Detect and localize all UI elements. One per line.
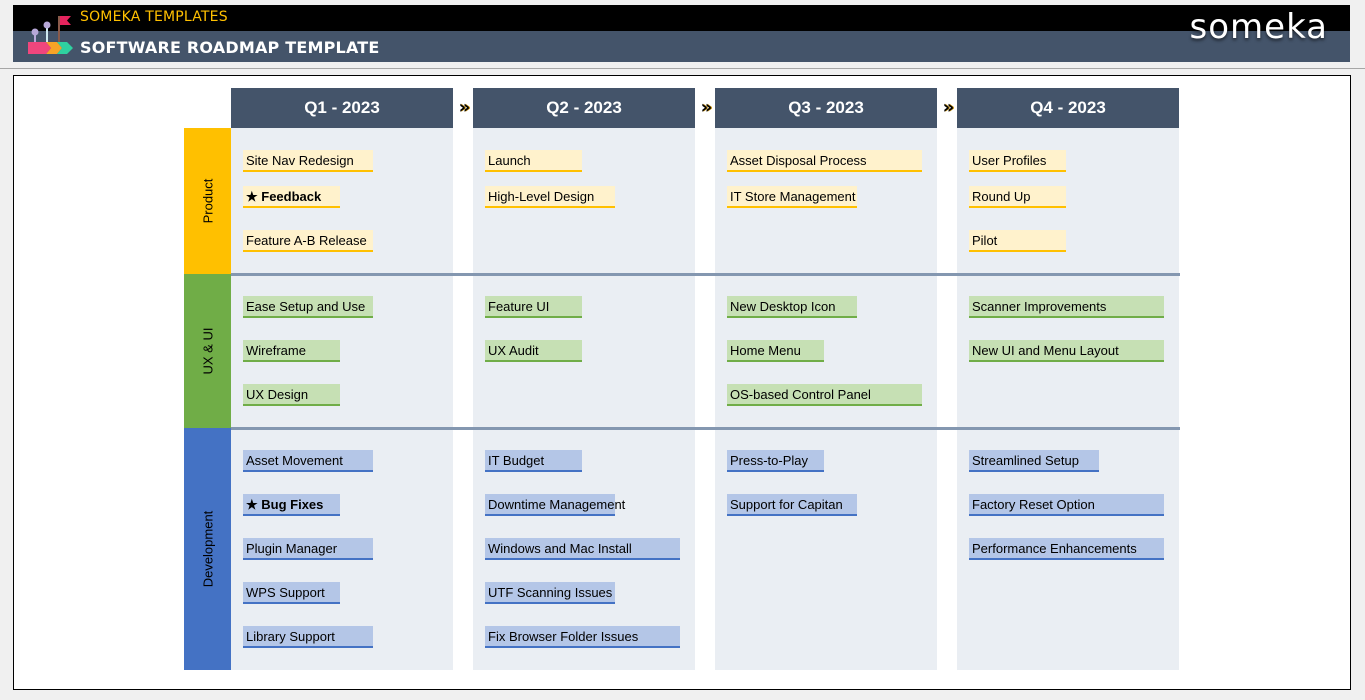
roadmap-item[interactable]: Asset Disposal Process [727, 150, 922, 172]
roadmap-item[interactable]: Launch [485, 150, 582, 172]
quarter-header-1[interactable]: Q1 - 2023 [231, 88, 453, 128]
roadmap-item[interactable]: UX Design [243, 384, 340, 406]
roadmap-item[interactable]: Feature UI [485, 296, 582, 318]
quarter-header-3[interactable]: Q3 - 2023 [715, 88, 937, 128]
roadmap-item[interactable]: Factory Reset Option [969, 494, 1164, 516]
roadmap-item[interactable]: Round Up [969, 186, 1066, 208]
roadmap-item[interactable]: OS-based Control Panel [727, 384, 922, 406]
category-product: Product [184, 128, 231, 274]
roadmap-item[interactable]: Ease Setup and Use [243, 296, 373, 318]
quarter-header-4[interactable]: Q4 - 2023 [957, 88, 1179, 128]
chevron-right-icon: » [458, 97, 471, 118]
roadmap-item[interactable]: Wireframe [243, 340, 340, 362]
category-separator [231, 273, 1180, 276]
brand-name: SOMEKA TEMPLATES [80, 9, 228, 25]
roadmap-item[interactable]: Site Nav Redesign [243, 150, 373, 172]
roadmap-item[interactable]: Home Menu [727, 340, 824, 362]
roadmap-item[interactable]: Support for Capitan [727, 494, 857, 516]
roadmap-item[interactable]: Downtime Management [485, 494, 625, 516]
category-separator [231, 427, 1180, 430]
category-label: UX & UI [200, 327, 215, 375]
category-ux: UX & UI [184, 274, 231, 428]
page-title: SOFTWARE ROADMAP TEMPLATE [80, 38, 380, 57]
roadmap-item[interactable]: New Desktop Icon [727, 296, 857, 318]
roadmap-flag-icon [28, 16, 73, 54]
roadmap-item[interactable]: New UI and Menu Layout [969, 340, 1164, 362]
roadmap-item[interactable]: Performance Enhancements [969, 538, 1164, 560]
chevron-right-icon: » [942, 97, 955, 118]
roadmap-item[interactable]: UX Audit [485, 340, 582, 362]
roadmap-item[interactable]: Pilot [969, 230, 1066, 252]
chevron-right-icon: » [700, 97, 713, 118]
roadmap-item[interactable]: Plugin Manager [243, 538, 373, 560]
category-development: Development [184, 428, 231, 670]
category-label: Development [200, 510, 215, 588]
category-label: Product [200, 178, 215, 224]
roadmap-item[interactable]: User Profiles [969, 150, 1066, 172]
header-divider [0, 68, 1365, 69]
roadmap-item[interactable]: UTF Scanning Issues [485, 582, 615, 604]
roadmap-item[interactable]: Streamlined Setup [969, 450, 1099, 472]
roadmap-item[interactable]: ★ Bug Fixes [243, 494, 340, 516]
roadmap-item[interactable]: ★ Feedback [243, 186, 340, 208]
roadmap-item[interactable]: WPS Support [243, 582, 340, 604]
roadmap-item[interactable]: IT Budget [485, 450, 582, 472]
roadmap-item[interactable]: Windows and Mac Install [485, 538, 680, 560]
title-bar: SOMEKA TEMPLATES SOFTWARE ROADMAP TEMPLA… [13, 5, 1350, 62]
roadmap-item[interactable]: Feature A-B Release [243, 230, 373, 252]
roadmap-item[interactable]: Scanner Improvements [969, 296, 1164, 318]
quarter-column-4 [957, 128, 1179, 670]
roadmap-item[interactable]: Asset Movement [243, 450, 373, 472]
roadmap-item[interactable]: Fix Browser Folder Issues [485, 626, 680, 648]
quarter-header-2[interactable]: Q2 - 2023 [473, 88, 695, 128]
roadmap-item[interactable]: Press-to-Play [727, 450, 824, 472]
someka-logo[interactable]: someka [1190, 7, 1328, 47]
roadmap-item[interactable]: IT Store Management [727, 186, 857, 208]
roadmap-item[interactable]: High-Level Design [485, 186, 615, 208]
roadmap-item[interactable]: Library Support [243, 626, 373, 648]
